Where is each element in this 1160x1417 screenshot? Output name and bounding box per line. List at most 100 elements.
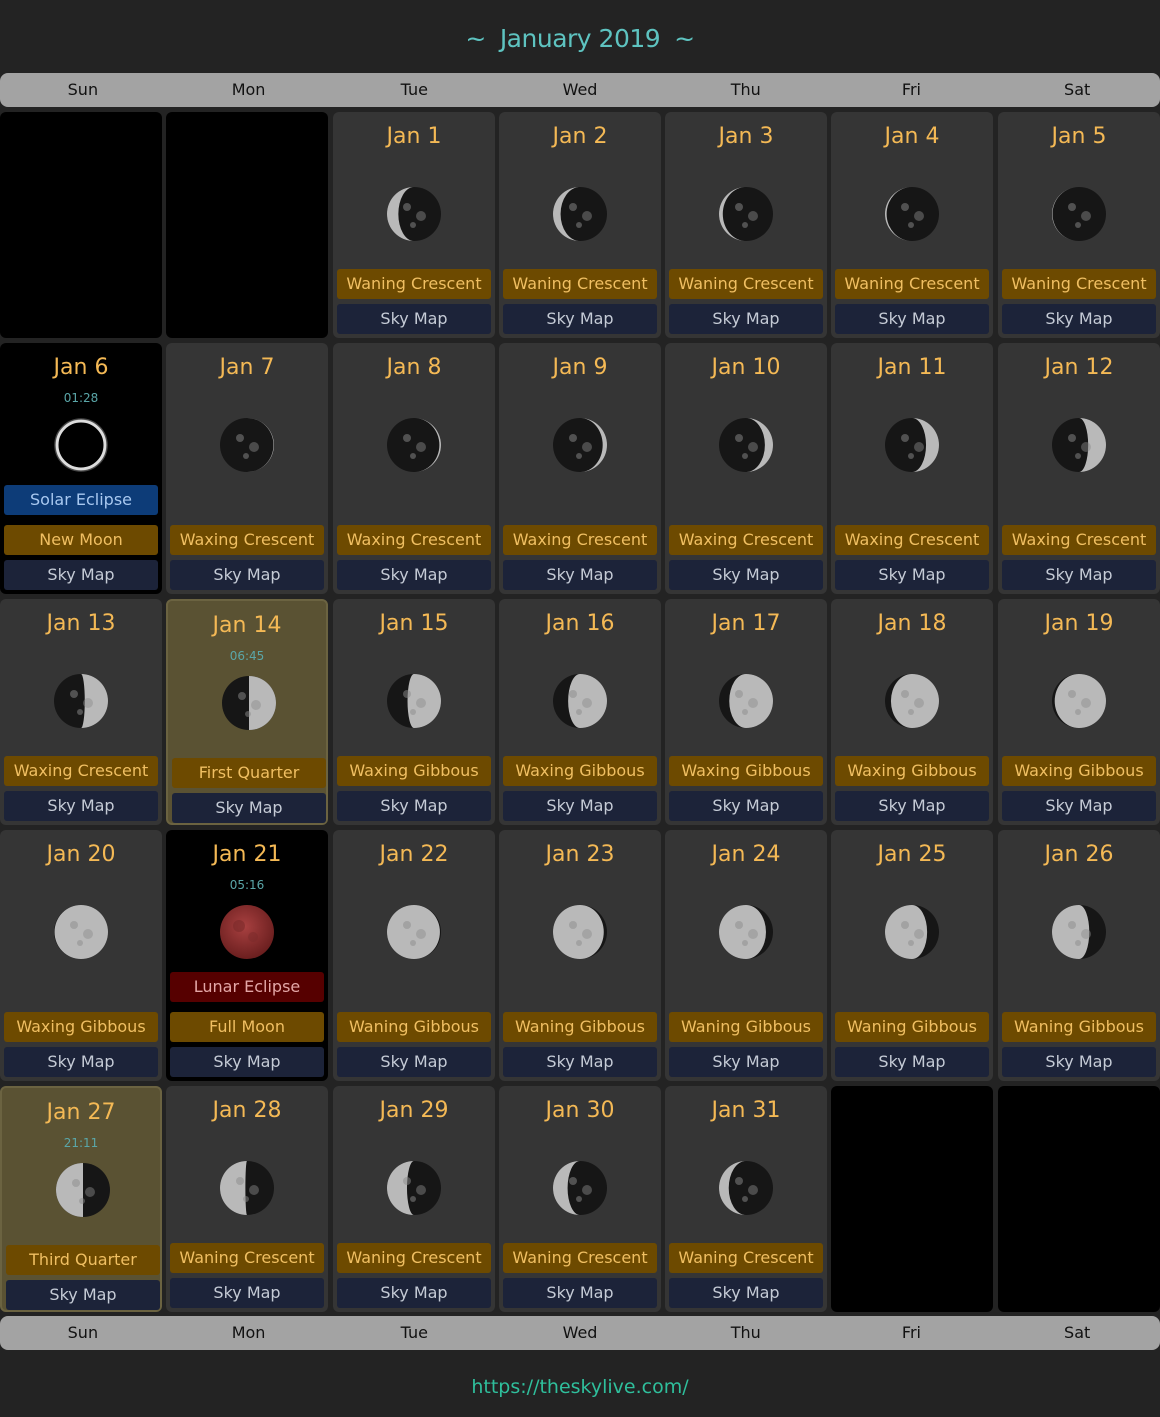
- weekday-header-bottom: Sun Mon Tue Wed Thu Fri Sat: [0, 1316, 1160, 1350]
- sky-map-button[interactable]: Sky Map: [337, 791, 491, 821]
- day-date: Jan 20: [46, 842, 116, 867]
- weekday-sun: Sun: [67, 1323, 99, 1342]
- sky-map-button[interactable]: Sky Map: [835, 560, 989, 590]
- sky-map-button[interactable]: Sky Map: [503, 1047, 657, 1077]
- sky-map-button[interactable]: Sky Map: [669, 1047, 823, 1077]
- phase-badge: Waxing Crescent: [503, 525, 657, 555]
- sky-map-button[interactable]: Sky Map: [1002, 1047, 1156, 1077]
- moon-phase-icon: [219, 1160, 275, 1216]
- day-cell: Jan 5 Waning Crescent Sky Map: [998, 112, 1160, 338]
- moon-phase-icon: [219, 417, 275, 473]
- phase-badge: Waning Crescent: [170, 1243, 324, 1273]
- weekday-thu: Thu: [730, 80, 761, 99]
- weekday-sun: Sun: [67, 80, 99, 99]
- day-cell: Jan 27 21:11 Third Quarter Sky Map: [0, 1086, 162, 1312]
- moon-phase-icon: [1051, 417, 1107, 473]
- moon-phase-icon: [1051, 186, 1107, 242]
- phase-badge: Waning Crescent: [1002, 269, 1156, 299]
- sky-map-button[interactable]: Sky Map: [4, 791, 158, 821]
- month-title-text: January 2019: [499, 24, 661, 53]
- sky-map-button[interactable]: Sky Map: [503, 791, 657, 821]
- day-cell: Jan 19 Waxing Gibbous Sky Map: [998, 599, 1160, 825]
- footer-link[interactable]: https://theskylive.com/: [0, 1372, 1160, 1402]
- moon-phase-icon: [718, 186, 774, 242]
- day-date: Jan 21: [212, 842, 282, 867]
- day-date: Jan 15: [379, 611, 449, 636]
- sky-map-button[interactable]: Sky Map: [669, 304, 823, 334]
- sky-map-button[interactable]: Sky Map: [669, 791, 823, 821]
- sky-map-button[interactable]: Sky Map: [503, 1278, 657, 1308]
- phase-badge: Waning Crescent: [669, 1243, 823, 1273]
- phase-badge: Waxing Crescent: [337, 525, 491, 555]
- moon-phase-icon: [386, 186, 442, 242]
- sky-map-button[interactable]: Sky Map: [835, 1047, 989, 1077]
- day-cell: Jan 6 01:28 Solar Eclipse New Moon Sky Map: [0, 343, 162, 594]
- sky-map-button[interactable]: Sky Map: [1002, 304, 1156, 334]
- sky-map-button[interactable]: Sky Map: [170, 560, 324, 590]
- moon-phase-icon: [55, 1162, 111, 1218]
- day-cell: Jan 13 Waxing Crescent Sky Map: [0, 599, 162, 825]
- day-date: Jan 6: [53, 355, 109, 380]
- phase-badge: Waxing Gibbous: [1002, 756, 1156, 786]
- sky-map-button[interactable]: Sky Map: [170, 1047, 324, 1077]
- day-cell: Jan 10 Waxing Crescent Sky Map: [665, 343, 827, 594]
- day-cell: Jan 9 Waxing Crescent Sky Map: [499, 343, 661, 594]
- sky-map-button[interactable]: Sky Map: [1002, 560, 1156, 590]
- day-cell: Jan 26 Waning Gibbous Sky Map: [998, 830, 1160, 1081]
- day-date: Jan 28: [212, 1098, 282, 1123]
- day-date: Jan 16: [545, 611, 615, 636]
- sky-map-button[interactable]: Sky Map: [835, 304, 989, 334]
- sky-map-button[interactable]: Sky Map: [4, 560, 158, 590]
- day-date: Jan 26: [1044, 842, 1114, 867]
- sky-map-button[interactable]: Sky Map: [337, 304, 491, 334]
- sky-map-button[interactable]: Sky Map: [172, 793, 326, 823]
- day-cell: Jan 20 Waxing Gibbous Sky Map: [0, 830, 162, 1081]
- sky-map-button[interactable]: Sky Map: [6, 1280, 160, 1310]
- day-cell: Jan 25 Waning Gibbous Sky Map: [831, 830, 993, 1081]
- day-cell: Jan 16 Waxing Gibbous Sky Map: [499, 599, 661, 825]
- day-cell: Jan 31 Waning Crescent Sky Map: [665, 1086, 827, 1312]
- moon-phase-icon: [1051, 673, 1107, 729]
- moon-phase-icon: [221, 675, 277, 731]
- sky-map-button[interactable]: Sky Map: [4, 1047, 158, 1077]
- sky-map-button[interactable]: Sky Map: [337, 560, 491, 590]
- sky-map-button[interactable]: Sky Map: [669, 1278, 823, 1308]
- moon-phase-icon: [552, 417, 608, 473]
- sky-map-button[interactable]: Sky Map: [835, 791, 989, 821]
- weekday-sat: Sat: [1064, 80, 1091, 99]
- day-date: Jan 14: [212, 613, 282, 638]
- empty-day-cell: [831, 1086, 993, 1312]
- moon-phase-icon: [884, 673, 940, 729]
- phase-time: 01:28: [63, 391, 99, 405]
- moon-phase-icon: [386, 673, 442, 729]
- weekday-tue: Tue: [400, 80, 428, 99]
- moon-phase-icon: [884, 186, 940, 242]
- day-cell: Jan 2 Waning Crescent Sky Map: [499, 112, 661, 338]
- phase-badge: Waxing Crescent: [1002, 525, 1156, 555]
- phase-time: 06:45: [229, 649, 265, 663]
- sky-map-button[interactable]: Sky Map: [337, 1278, 491, 1308]
- phase-badge: Waxing Crescent: [4, 756, 158, 786]
- phase-badge: Waning Gibbous: [503, 1012, 657, 1042]
- phase-badge: Waning Crescent: [669, 269, 823, 299]
- day-date: Jan 30: [545, 1098, 615, 1123]
- day-date: Jan 19: [1044, 611, 1114, 636]
- sky-map-button[interactable]: Sky Map: [669, 560, 823, 590]
- phase-badge: Waning Gibbous: [337, 1012, 491, 1042]
- sky-map-button[interactable]: Sky Map: [1002, 791, 1156, 821]
- sky-map-button[interactable]: Sky Map: [503, 304, 657, 334]
- phase-badge: Waxing Crescent: [170, 525, 324, 555]
- sky-map-button[interactable]: Sky Map: [503, 560, 657, 590]
- solar-eclipse-badge[interactable]: Solar Eclipse: [4, 485, 158, 515]
- day-cell: Jan 7 Waxing Crescent Sky Map: [166, 343, 328, 594]
- day-cell: Jan 29 Waning Crescent Sky Map: [333, 1086, 495, 1312]
- weekday-mon: Mon: [231, 1323, 266, 1342]
- phase-badge: Waning Gibbous: [1002, 1012, 1156, 1042]
- day-cell: Jan 23 Waning Gibbous Sky Map: [499, 830, 661, 1081]
- sky-map-button[interactable]: Sky Map: [337, 1047, 491, 1077]
- day-date: Jan 9: [552, 355, 608, 380]
- lunar-eclipse-badge[interactable]: Lunar Eclipse: [170, 972, 324, 1002]
- day-cell: Jan 3 Waning Crescent Sky Map: [665, 112, 827, 338]
- sky-map-button[interactable]: Sky Map: [170, 1278, 324, 1308]
- phase-badge: Waning Gibbous: [669, 1012, 823, 1042]
